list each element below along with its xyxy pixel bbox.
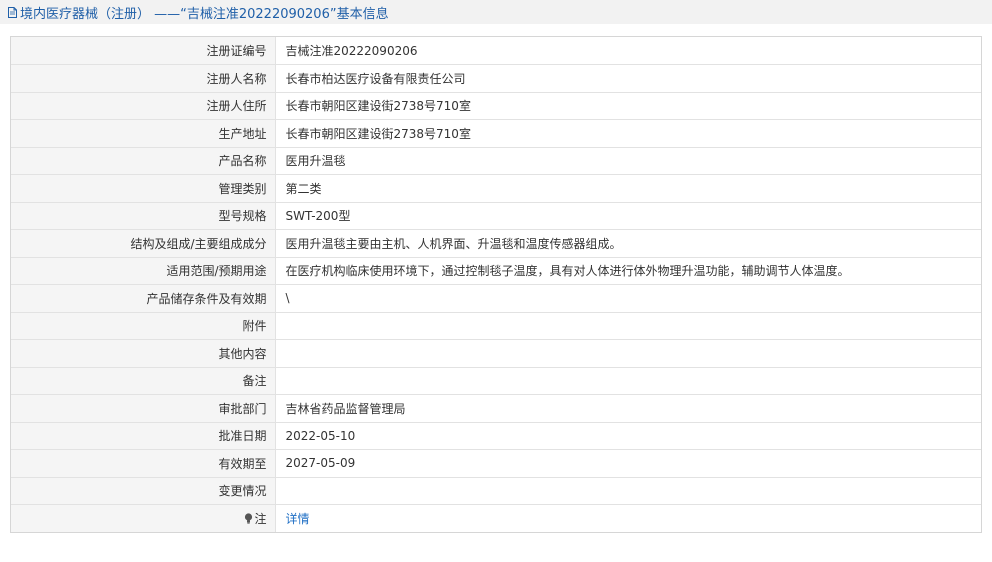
row-value: 吉林省药品监督管理局 xyxy=(275,394,981,423)
row-label: 型号规格 xyxy=(11,202,276,230)
row-value xyxy=(275,367,981,395)
table-row: 变更情况 xyxy=(11,477,981,505)
row-label: 适用范围/预期用途 xyxy=(11,257,276,285)
row-label: 附件 xyxy=(11,312,276,340)
note-label: 注 xyxy=(254,512,267,526)
row-value: 吉械注准20222090206 xyxy=(275,37,981,65)
table-row: 批准日期 2022-05-10 xyxy=(11,422,981,450)
row-label: 审批部门 xyxy=(11,394,276,423)
row-value xyxy=(275,477,981,505)
row-label: 变更情况 xyxy=(11,477,276,505)
table-row: 其他内容 xyxy=(11,339,981,368)
row-label: 产品储存条件及有效期 xyxy=(11,284,276,313)
details-link[interactable]: 详情 xyxy=(275,505,981,533)
row-value: 医用升温毯主要由主机、人机界面、升温毯和温度传感器组成。 xyxy=(275,229,981,258)
row-label: 注册人住所 xyxy=(11,92,276,120)
table-row: 审批部门 吉林省药品监督管理局 xyxy=(11,394,981,423)
lightbulb-icon xyxy=(244,513,253,527)
row-value: 2027-05-09 xyxy=(275,449,981,478)
row-value: 医用升温毯 xyxy=(275,147,981,175)
row-label: 管理类别 xyxy=(11,174,276,203)
info-table: 注册证编号 吉械注准20222090206 注册人名称 长春市柏达医疗设备有限责任公… xyxy=(10,36,982,533)
row-value: 长春市朝阳区建设街2738号710室 xyxy=(275,119,981,148)
table-row: 备注 xyxy=(11,367,981,395)
table-row: 产品储存条件及有效期 \ xyxy=(11,284,981,313)
table-row: 产品名称 医用升温毯 xyxy=(11,147,981,175)
document-icon xyxy=(8,6,17,18)
row-value xyxy=(275,312,981,340)
row-value: SWT-200型 xyxy=(275,202,981,230)
note-row: 注 详情 xyxy=(11,504,981,533)
row-value: 在医疗机构临床使用环境下，通过控制毯子温度，具有对人体进行体外物理升温功能，辅助… xyxy=(275,257,981,285)
row-value xyxy=(275,339,981,368)
table-row: 适用范围/预期用途 在医疗机构临床使用环境下，通过控制毯子温度，具有对人体进行体外… xyxy=(11,257,981,285)
row-value: 2022-05-10 xyxy=(275,422,981,450)
page-title: 境内医疗器械（注册） ——“吉械注准20222090206”基本信息 xyxy=(20,6,389,22)
table-row: 型号规格 SWT-200型 xyxy=(11,202,981,230)
table-row: 结构及组成/主要组成成分 医用升温毯主要由主机、人机界面、升温毯和温度传感器组成。 xyxy=(11,229,981,258)
table-row: 注册人名称 长春市柏达医疗设备有限责任公司 xyxy=(11,64,981,93)
row-label: 注册人名称 xyxy=(11,64,276,93)
page-header: 境内医疗器械（注册） ——“吉械注准20222090206”基本信息 xyxy=(0,0,992,24)
table-row: 附件 xyxy=(11,312,981,340)
table-row: 管理类别 第二类 xyxy=(11,174,981,203)
row-label: 结构及组成/主要组成成分 xyxy=(11,229,276,258)
row-value: 长春市朝阳区建设街2738号710室 xyxy=(275,92,981,120)
table-row: 注册人住所 长春市朝阳区建设街2738号710室 xyxy=(11,92,981,120)
row-label: 批准日期 xyxy=(11,422,276,450)
row-value: \ xyxy=(275,284,981,313)
table-row: 生产地址 长春市朝阳区建设街2738号710室 xyxy=(11,119,981,148)
note-label-cell: 注 xyxy=(11,504,276,532)
table-row: 注册证编号 吉械注准20222090206 xyxy=(11,37,981,65)
row-value: 长春市柏达医疗设备有限责任公司 xyxy=(275,64,981,93)
row-label: 注册证编号 xyxy=(11,37,276,65)
row-value: 第二类 xyxy=(275,174,981,203)
row-label: 其他内容 xyxy=(11,339,276,368)
row-label: 有效期至 xyxy=(11,449,276,478)
row-label: 产品名称 xyxy=(11,147,276,175)
row-label: 生产地址 xyxy=(11,119,276,148)
table-row: 有效期至 2027-05-09 xyxy=(11,449,981,478)
row-label: 备注 xyxy=(11,367,276,395)
